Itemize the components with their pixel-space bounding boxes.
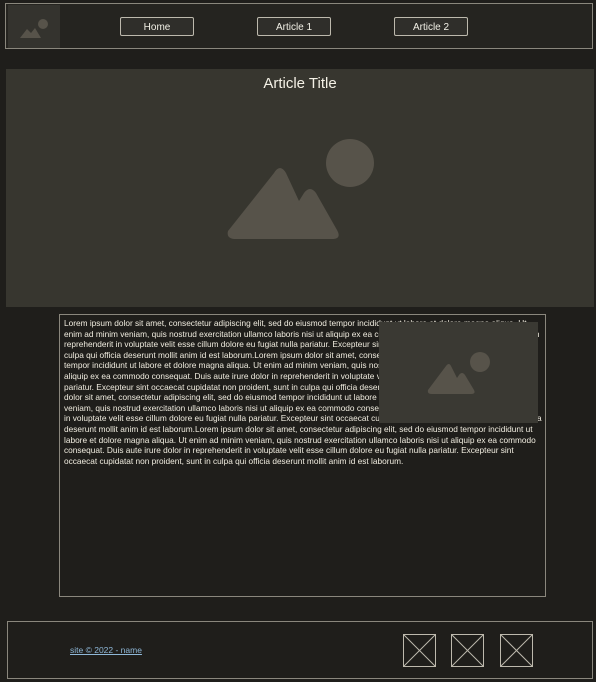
social-placeholder-icon[interactable] bbox=[403, 634, 436, 667]
article-content: Lorem ipsum dolor sit amet, consectetur … bbox=[59, 314, 546, 597]
social-placeholder-icon[interactable] bbox=[451, 634, 484, 667]
hero-banner: Article Title bbox=[6, 69, 594, 307]
nav-article-2-button[interactable]: Article 2 bbox=[394, 17, 468, 36]
site-footer: site © 2022 - name bbox=[7, 621, 593, 679]
nav-home-button[interactable]: Home bbox=[120, 17, 194, 36]
article-image-placeholder bbox=[379, 322, 538, 423]
nav-article-1-button[interactable]: Article 1 bbox=[257, 17, 331, 36]
footer-copyright-link[interactable]: site © 2022 - name bbox=[70, 645, 142, 655]
social-placeholder-icon[interactable] bbox=[500, 634, 533, 667]
site-header: Home Article 1 Article 2 bbox=[5, 3, 593, 49]
image-placeholder-icon bbox=[227, 139, 374, 239]
image-placeholder-icon bbox=[20, 19, 48, 38]
logo-image-placeholder[interactable] bbox=[8, 5, 60, 48]
image-placeholder-icon bbox=[427, 352, 490, 394]
page: Home Article 1 Article 2 Article Title L… bbox=[0, 0, 596, 682]
page-title: Article Title bbox=[263, 75, 337, 92]
